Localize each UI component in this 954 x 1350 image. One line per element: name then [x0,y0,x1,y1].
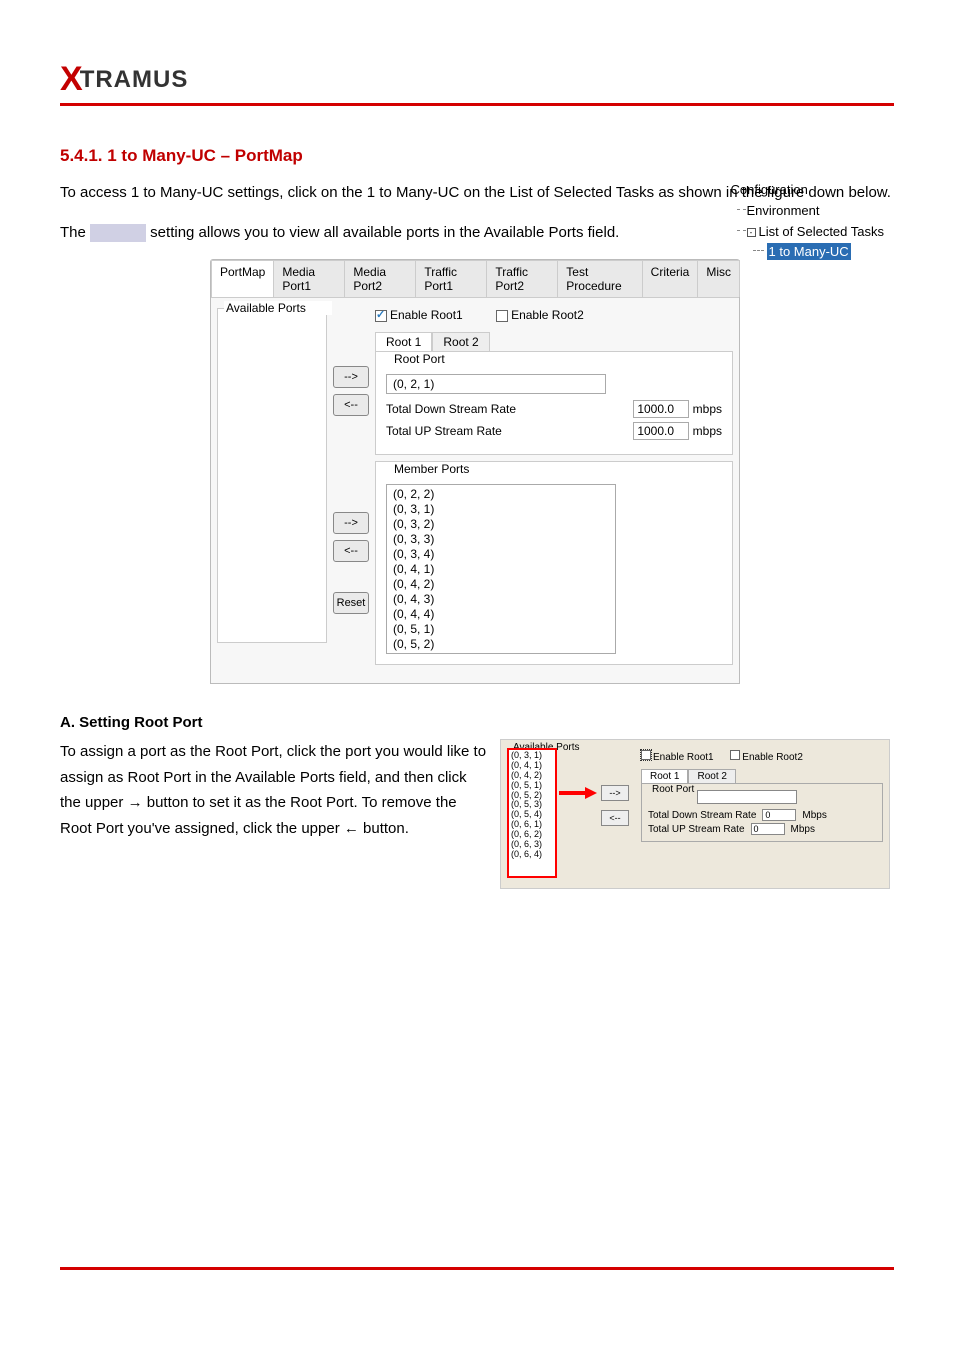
mini-subtab-root1[interactable]: Root 1 [641,769,688,784]
redacted-box [90,224,146,242]
up-rate-input[interactable] [633,422,689,440]
mini-up-input[interactable]: 0 [751,823,785,835]
subtab-root2[interactable]: Root 2 [432,332,489,352]
mini-root-port-group: Root Port Total Down Stream Rate 0 Mbps … [641,783,883,842]
mini-enable-root2-checkbox[interactable] [730,750,740,760]
subtab-root1[interactable]: Root 1 [375,332,432,352]
member-ports-legend: Member Ports [392,462,728,476]
list-item[interactable]: (0, 2, 2) [393,487,609,502]
member-ports-group: Member Ports (0, 2, 2) (0, 3, 1) (0, 3, … [375,461,733,665]
mini-up-label: Total UP Stream Rate [648,824,745,835]
list-item[interactable]: (0, 4, 1) [393,562,609,577]
root-port-legend: Root Port [392,352,728,366]
add-root-button[interactable]: --> [333,366,369,388]
tab-strip: PortMap Media Port1 Media Port2 Traffic … [211,260,739,298]
remove-member-button[interactable]: <-- [333,540,369,562]
list-item[interactable]: (0, 3, 2) [393,517,609,532]
arrow-left-icon: ← [344,820,359,837]
logo: X TRAMUS [60,60,894,99]
enable-root2-checkbox[interactable] [496,310,508,322]
mini-down-input[interactable]: 0 [762,809,796,821]
list-item[interactable]: (0, 5, 2) [393,637,609,652]
mini-remove-root-button[interactable]: <-- [601,810,629,826]
remove-root-button[interactable]: <-- [333,394,369,416]
logo-text: TRAMUS [80,66,189,94]
tree-configuration: Configuration [731,182,808,197]
tree-environment: Environment [731,201,885,222]
portmap-window: PortMap Media Port1 Media Port2 Traffic … [210,259,740,684]
list-item[interactable]: (0, 4, 4) [393,607,609,622]
tree-selected-tasks: -List of Selected Tasks [731,222,885,243]
tab-misc[interactable]: Misc [697,260,740,297]
mini-enable-root1-checkbox[interactable] [641,750,651,760]
tab-traffic-port1[interactable]: Traffic Port1 [415,260,487,297]
up-rate-label: Total UP Stream Rate [386,424,502,438]
add-member-button[interactable]: --> [333,512,369,534]
list-item[interactable]: (0, 6, 4) [511,850,553,860]
mini-available-ports[interactable]: (0, 3, 1) (0, 4, 1) (0, 4, 2) (0, 5, 1) … [507,748,557,878]
available-ports-list[interactable]: Available Ports [217,308,327,643]
arrow-right-icon: → [128,794,143,811]
tab-criteria[interactable]: Criteria [642,260,699,297]
tab-media-port2[interactable]: Media Port2 [344,260,416,297]
tab-portmap[interactable]: PortMap [211,260,274,297]
list-item[interactable]: (0, 4, 3) [393,592,609,607]
root-port-value[interactable]: (0, 2, 1) [386,374,606,394]
header-rule [60,103,894,106]
available-ports-legend: Available Ports [224,301,332,315]
logo-x: X [60,60,82,99]
down-rate-label: Total Down Stream Rate [386,402,516,416]
list-item[interactable]: (0, 3, 3) [393,532,609,547]
mini-root-port-legend: Root Port [650,784,696,795]
list-item[interactable]: (0, 5, 3) [393,652,609,654]
reset-button[interactable]: Reset [333,592,369,614]
enable-root1-checkbox[interactable] [375,310,387,322]
enable-root-row: Enable Root1 Enable Root2 [375,308,733,322]
tab-test-procedure[interactable]: Test Procedure [557,260,642,297]
section-title: 5.4.1. 1 to Many-UC – PortMap [60,146,894,166]
root-port-mini-screenshot: Available Ports (0, 3, 1) (0, 4, 1) (0, … [500,739,890,889]
mini-subtab-root2[interactable]: Root 2 [688,769,735,784]
list-item[interactable]: (0, 5, 1) [393,622,609,637]
root-port-group: Root Port (0, 2, 1) Total Down Stream Ra… [375,351,733,455]
mini-root-port-input[interactable] [697,790,797,804]
member-ports-list[interactable]: (0, 2, 2) (0, 3, 1) (0, 3, 2) (0, 3, 3) … [386,484,616,654]
list-item[interactable]: (0, 4, 2) [393,577,609,592]
sub-a-title: A. Setting Root Port [60,714,894,731]
tab-media-port1[interactable]: Media Port1 [273,260,345,297]
tab-traffic-port2[interactable]: Traffic Port2 [486,260,558,297]
list-item[interactable]: (0, 3, 4) [393,547,609,562]
list-item[interactable]: (0, 3, 1) [393,502,609,517]
footer-rule [60,1267,894,1270]
config-tree: Configuration Environment -List of Selec… [731,180,885,263]
red-arrow-icon [559,788,597,798]
tree-expand-icon: - [747,228,756,237]
mini-add-root-button[interactable]: --> [601,785,629,801]
mini-down-label: Total Down Stream Rate [648,810,756,821]
sub-a-paragraph: To assign a port as the Root Port, click… [60,739,490,841]
down-rate-input[interactable] [633,400,689,418]
tree-1-to-many-uc: 1 to Many-UC [731,242,885,263]
